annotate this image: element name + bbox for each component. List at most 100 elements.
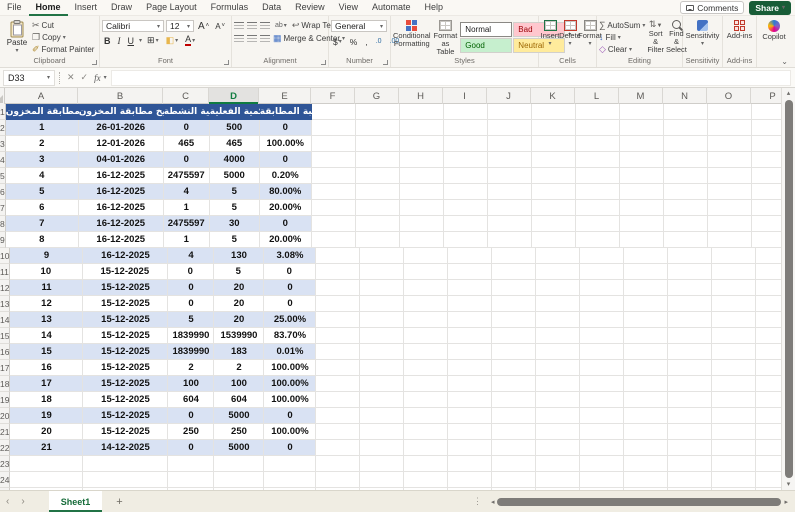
- cell-D19[interactable]: 604: [214, 392, 264, 408]
- cell-O12[interactable]: [712, 280, 756, 296]
- increase-decimal-button[interactable]: .0: [374, 38, 384, 45]
- cell-N5[interactable]: [664, 168, 708, 184]
- cell-L18[interactable]: [580, 376, 624, 392]
- cell-F15[interactable]: [316, 328, 360, 344]
- align-bottom-icon[interactable]: [260, 22, 270, 30]
- cell-I19[interactable]: [448, 392, 492, 408]
- cell-O7[interactable]: [708, 200, 752, 216]
- cell-I18[interactable]: [448, 376, 492, 392]
- scroll-down-icon[interactable]: ▾: [787, 479, 791, 490]
- cell-D13[interactable]: 20: [214, 296, 264, 312]
- cell-H17[interactable]: [404, 360, 448, 376]
- row-header-18[interactable]: 18: [0, 376, 10, 392]
- cell-N12[interactable]: [668, 280, 712, 296]
- cell-A6[interactable]: 5: [6, 184, 79, 200]
- cell-B18[interactable]: 15-12-2025: [83, 376, 168, 392]
- cell-D20[interactable]: 5000: [214, 408, 264, 424]
- row-header-10[interactable]: 10: [0, 248, 10, 264]
- cell-H1[interactable]: [400, 104, 444, 120]
- cell-I15[interactable]: [448, 328, 492, 344]
- cell-J10[interactable]: [492, 248, 536, 264]
- cell-J8[interactable]: [488, 216, 532, 232]
- cell-K17[interactable]: [536, 360, 580, 376]
- cell-C22[interactable]: 0: [168, 440, 214, 456]
- cell-M2[interactable]: [620, 120, 664, 136]
- cell-F18[interactable]: [316, 376, 360, 392]
- cell-E2[interactable]: 0: [260, 120, 312, 136]
- sort-filter-button[interactable]: ⇅▼ Sort & Filter: [647, 18, 664, 54]
- italic-button[interactable]: I: [116, 36, 123, 46]
- cell-A20[interactable]: 19: [10, 408, 83, 424]
- cell-M16[interactable]: [624, 344, 668, 360]
- cell-O15[interactable]: [712, 328, 756, 344]
- cell-A15[interactable]: 14: [10, 328, 83, 344]
- sheet-tab[interactable]: Sheet1: [49, 491, 103, 512]
- shrink-font-button[interactable]: A˅: [213, 22, 227, 31]
- cell-K22[interactable]: [536, 440, 580, 456]
- cell-C8[interactable]: 2475597: [164, 216, 210, 232]
- cell-M7[interactable]: [620, 200, 664, 216]
- underline-button[interactable]: U: [126, 36, 137, 46]
- cell-D23[interactable]: [214, 456, 264, 472]
- cell-L20[interactable]: [580, 408, 624, 424]
- cell-H23[interactable]: [404, 456, 448, 472]
- cell-L14[interactable]: [580, 312, 624, 328]
- cell-H14[interactable]: [404, 312, 448, 328]
- cell-L5[interactable]: [576, 168, 620, 184]
- addins-button[interactable]: Add-ins: [725, 18, 754, 40]
- cell-J5[interactable]: [488, 168, 532, 184]
- cell-G16[interactable]: [360, 344, 404, 360]
- cell-I8[interactable]: [444, 216, 488, 232]
- cell-D17[interactable]: 2: [214, 360, 264, 376]
- row-header-21[interactable]: 21: [0, 424, 10, 440]
- font-color-button[interactable]: A▾: [183, 35, 197, 46]
- cell-D18[interactable]: 100: [214, 376, 264, 392]
- cell-A24[interactable]: [10, 472, 83, 488]
- cell-I16[interactable]: [448, 344, 492, 360]
- cell-F22[interactable]: [316, 440, 360, 456]
- cell-O24[interactable]: [712, 472, 756, 488]
- cell-M14[interactable]: [624, 312, 668, 328]
- cell-F5[interactable]: [312, 168, 356, 184]
- grow-font-button[interactable]: A˄: [196, 21, 211, 32]
- cell-G8[interactable]: [356, 216, 400, 232]
- cell-H3[interactable]: [400, 136, 444, 152]
- cell-G20[interactable]: [360, 408, 404, 424]
- column-header-K[interactable]: K: [531, 88, 575, 104]
- cell-L8[interactable]: [576, 216, 620, 232]
- cell-I3[interactable]: [444, 136, 488, 152]
- cell-A4[interactable]: 3: [6, 152, 79, 168]
- cell-O9[interactable]: [708, 232, 752, 248]
- autosum-button[interactable]: ∑AutoSum▾: [599, 20, 645, 31]
- cell-E18[interactable]: 100.00%: [264, 376, 316, 392]
- cell-G5[interactable]: [356, 168, 400, 184]
- cell-E5[interactable]: 0.20%: [260, 168, 312, 184]
- cell-L1[interactable]: [576, 104, 620, 120]
- cell-M19[interactable]: [624, 392, 668, 408]
- cell-I4[interactable]: [444, 152, 488, 168]
- cell-M24[interactable]: [624, 472, 668, 488]
- column-header-N[interactable]: N: [663, 88, 707, 104]
- cell-E4[interactable]: 0: [260, 152, 312, 168]
- scroll-left-icon[interactable]: ◂: [488, 498, 498, 506]
- percent-button[interactable]: %: [348, 37, 360, 47]
- cell-M13[interactable]: [624, 296, 668, 312]
- cell-D6[interactable]: 5: [210, 184, 260, 200]
- cell-E13[interactable]: 0: [264, 296, 316, 312]
- cell-J23[interactable]: [492, 456, 536, 472]
- cell-G12[interactable]: [360, 280, 404, 296]
- cell-N1[interactable]: [664, 104, 708, 120]
- row-header-12[interactable]: 12: [0, 280, 10, 296]
- cell-H7[interactable]: [400, 200, 444, 216]
- cell-C23[interactable]: [168, 456, 214, 472]
- column-header-G[interactable]: G: [355, 88, 399, 104]
- cell-N8[interactable]: [664, 216, 708, 232]
- scrollbar-resize-handle[interactable]: ⋮: [473, 496, 482, 507]
- cell-M12[interactable]: [624, 280, 668, 296]
- horizontal-scroll-thumb[interactable]: [497, 498, 781, 506]
- cell-C19[interactable]: 604: [168, 392, 214, 408]
- cell-B21[interactable]: 15-12-2025: [83, 424, 168, 440]
- cell-L23[interactable]: [580, 456, 624, 472]
- cell-C9[interactable]: 1: [164, 232, 210, 248]
- scroll-up-icon[interactable]: ▴: [787, 88, 791, 99]
